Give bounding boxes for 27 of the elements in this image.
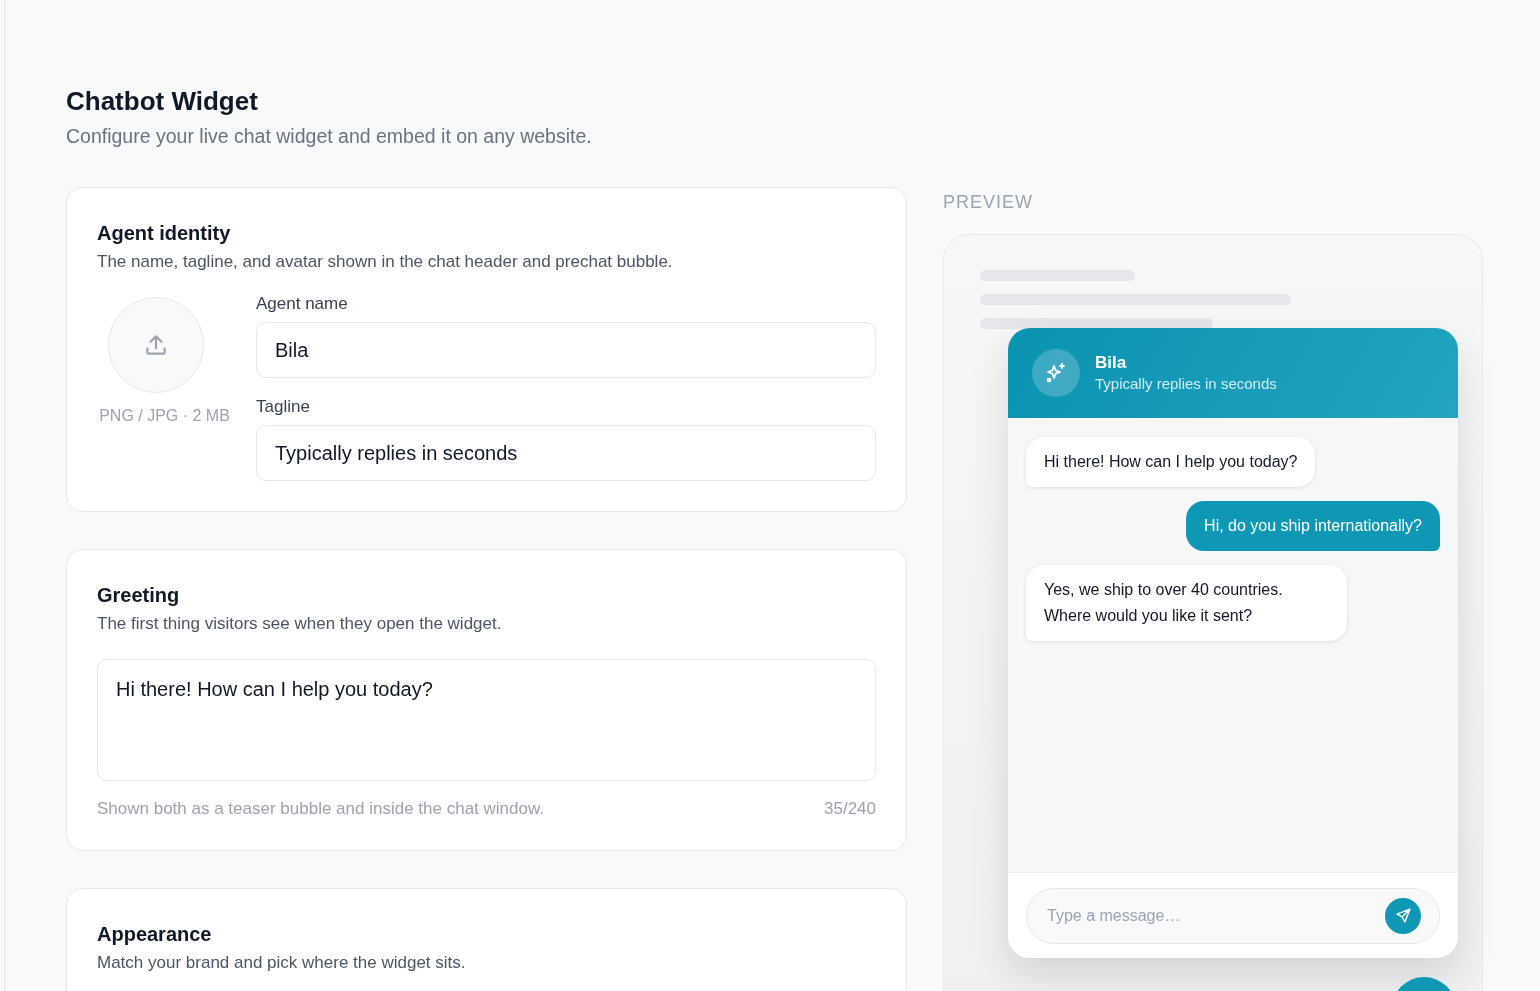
message-input[interactable]: Type a message…	[1045, 905, 1385, 926]
greeting-field[interactable]: Hi there! How can I help you today?	[97, 659, 876, 781]
character-counter: 35/240	[824, 798, 876, 820]
section-description: The name, tagline, and avatar shown in the chat header and prechat bubble.	[97, 251, 674, 273]
section-title: Greeting	[97, 583, 181, 608]
page-title: Chatbot Widget	[66, 85, 259, 117]
page-subtitle: Configure your live chat widget and embed it on any website.	[66, 124, 593, 149]
sparkle-icon	[1044, 361, 1068, 385]
bot-message: Yes, we ship to over 40 countries. Where would you like it sent?	[1026, 565, 1347, 641]
bot-message: Hi there! How can I help you today?	[1026, 437, 1316, 487]
agent-tagline: Typically replies in seconds	[1095, 374, 1277, 394]
message-field[interactable]: Type a message…	[1026, 887, 1440, 944]
section-description: The first thing visitors see when they open the widget.	[97, 613, 503, 635]
field-label: Agent name	[256, 293, 348, 315]
section-description: Match your brand and pick where the widget sits.	[97, 952, 467, 974]
section-title: Appearance	[97, 922, 213, 947]
field-hint: Shown both as a teaser bubble and inside the chat window.	[97, 798, 545, 820]
input-field[interactable]: Bila	[256, 322, 876, 378]
field-label: Tagline	[256, 396, 310, 418]
section-title: Agent identity	[97, 221, 232, 246]
avatar-hint: PNG / JPG · 2 MB	[99, 407, 230, 425]
send-button[interactable]	[1385, 897, 1421, 934]
input-field[interactable]: Typically replies in seconds	[256, 425, 876, 481]
agent-name: Bila	[1095, 352, 1127, 374]
send-icon	[1394, 907, 1412, 924]
preview-label: PREVIEW	[943, 191, 1033, 213]
visitor-message: Hi, do you ship internationally?	[1186, 501, 1440, 551]
